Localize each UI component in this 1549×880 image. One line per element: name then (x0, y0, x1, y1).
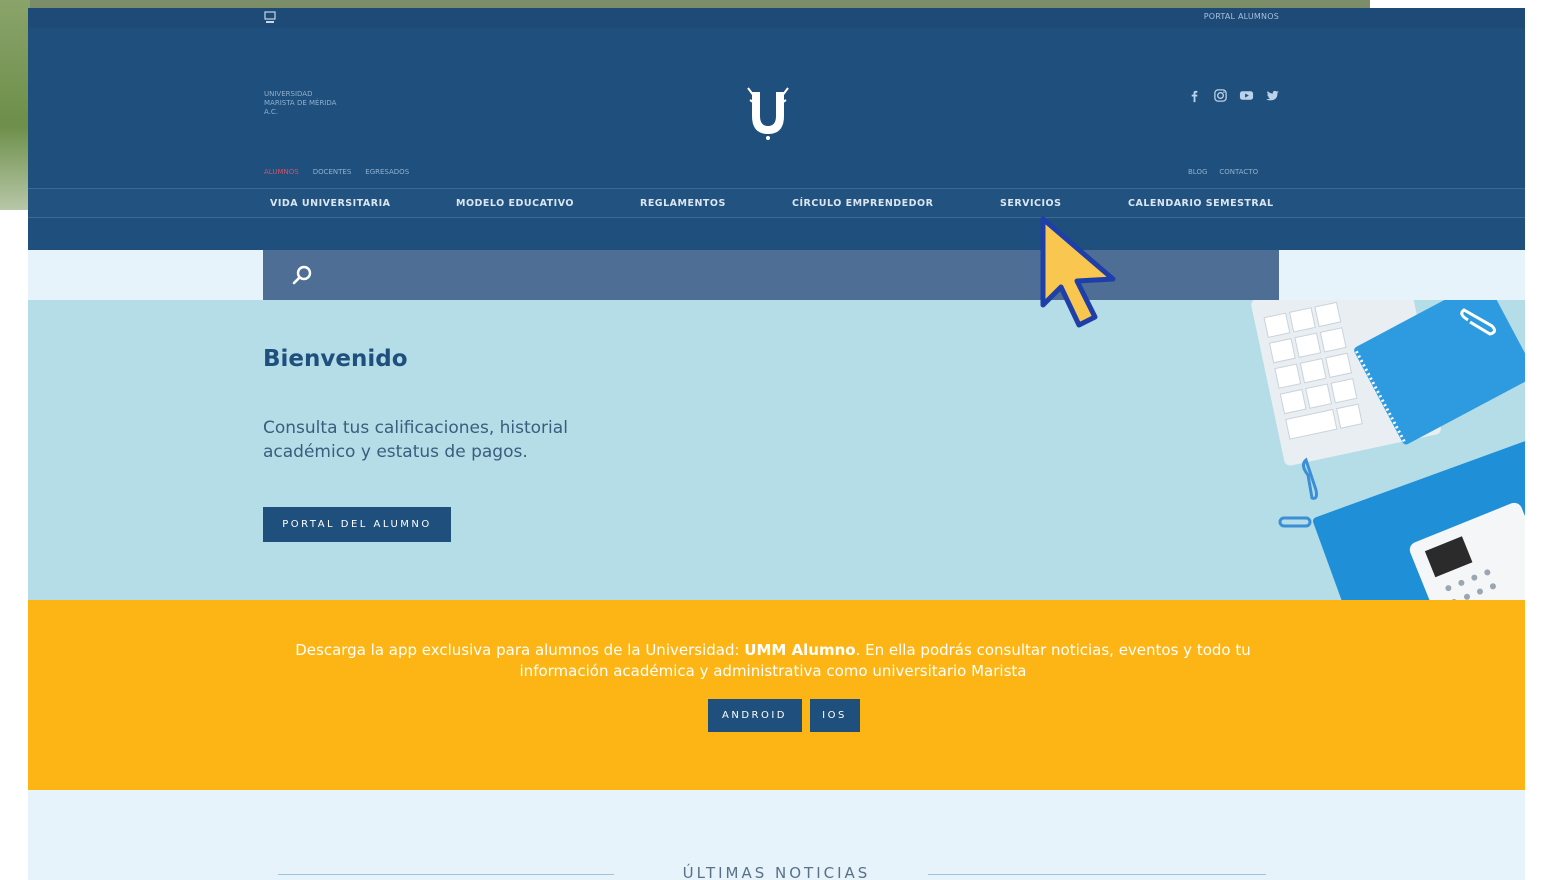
ios-button[interactable]: IOS (809, 699, 860, 732)
contacto-link[interactable]: CONTACTO (1219, 168, 1258, 176)
nav-item-vida-universitaria[interactable]: VIDA UNIVERSITARIA (270, 198, 390, 209)
hero-description: Consulta tus calificaciones, historial a… (263, 418, 568, 462)
desk-illustration (1251, 300, 1525, 600)
search-icon[interactable] (291, 264, 313, 286)
nav-item-servicios[interactable]: SERVICIOS (1000, 198, 1061, 209)
news-title: ÚLTIMAS NOTICIAS (682, 864, 871, 880)
audience-link-alumnos[interactable]: ALUMNOS (264, 168, 299, 176)
portal-alumnos-link[interactable]: PORTAL ALUMNOS (1204, 12, 1279, 21)
main-nav: VIDA UNIVERSITARIA MODELO EDUCATIVO REGL… (28, 188, 1525, 218)
nav-item-reglamentos[interactable]: REGLAMENTOS (640, 198, 726, 209)
utility-links: BLOG CONTACTO (1188, 168, 1258, 176)
app-promo-text: Descarga la app exclusiva para alumnos d… (253, 640, 1293, 682)
nav-item-calendario-semestral[interactable]: CALENDARIO SEMESTRAL (1128, 198, 1274, 209)
background-photo-edge (0, 0, 30, 210)
app-name: UMM Alumno (744, 641, 856, 659)
audience-link-docentes[interactable]: DOCENTES (313, 168, 352, 176)
audience-links: ALUMNOS DOCENTES EGRESADOS (264, 168, 409, 176)
portal-del-alumno-button[interactable]: PORTAL DEL ALUMNO (263, 507, 451, 542)
app-store-buttons: ANDROID IOS (28, 699, 1525, 732)
audience-link-egresados[interactable]: EGRESADOS (365, 168, 409, 176)
website-page: PORTAL ALUMNOS UNIVERSIDAD MARISTA DE MÉ… (28, 8, 1525, 880)
android-button[interactable]: ANDROID (707, 699, 802, 732)
social-links (1186, 88, 1280, 107)
instagram-icon[interactable] (1212, 88, 1228, 107)
youtube-icon[interactable] (1238, 88, 1254, 107)
cursor-pointer-icon (1040, 216, 1116, 328)
brand-name[interactable]: UNIVERSIDAD MARISTA DE MÉRIDA A.C. (264, 90, 344, 117)
search-bar (263, 250, 1279, 300)
twitter-icon[interactable] (1264, 88, 1280, 107)
app-download-band: Descarga la app exclusiva para alumnos d… (28, 600, 1525, 790)
facebook-icon[interactable] (1186, 88, 1202, 107)
nav-spacer (28, 218, 1525, 250)
university-logo-icon[interactable] (746, 86, 790, 142)
news-section: ÚLTIMAS NOTICIAS (28, 790, 1525, 880)
hero-title: Bienvenido (263, 346, 408, 372)
mini-logo-icon[interactable] (264, 11, 276, 25)
blog-link[interactable]: BLOG (1188, 168, 1207, 176)
top-bar: PORTAL ALUMNOS (28, 8, 1525, 28)
welcome-hero: Bienvenido Consulta tus calificaciones, … (28, 300, 1525, 600)
app-promo-text-start: Descarga la app exclusiva para alumnos d… (295, 641, 745, 659)
screenshot-stage: PORTAL ALUMNOS UNIVERSIDAD MARISTA DE MÉ… (0, 0, 1549, 880)
news-divider-right (928, 874, 1266, 875)
site-header: UNIVERSIDAD MARISTA DE MÉRIDA A.C. ALUMN… (28, 28, 1525, 188)
nav-item-circulo-emprendedor[interactable]: CÍRCULO EMPRENDEDOR (792, 198, 933, 209)
nav-item-modelo-educativo[interactable]: MODELO EDUCATIVO (456, 198, 574, 209)
